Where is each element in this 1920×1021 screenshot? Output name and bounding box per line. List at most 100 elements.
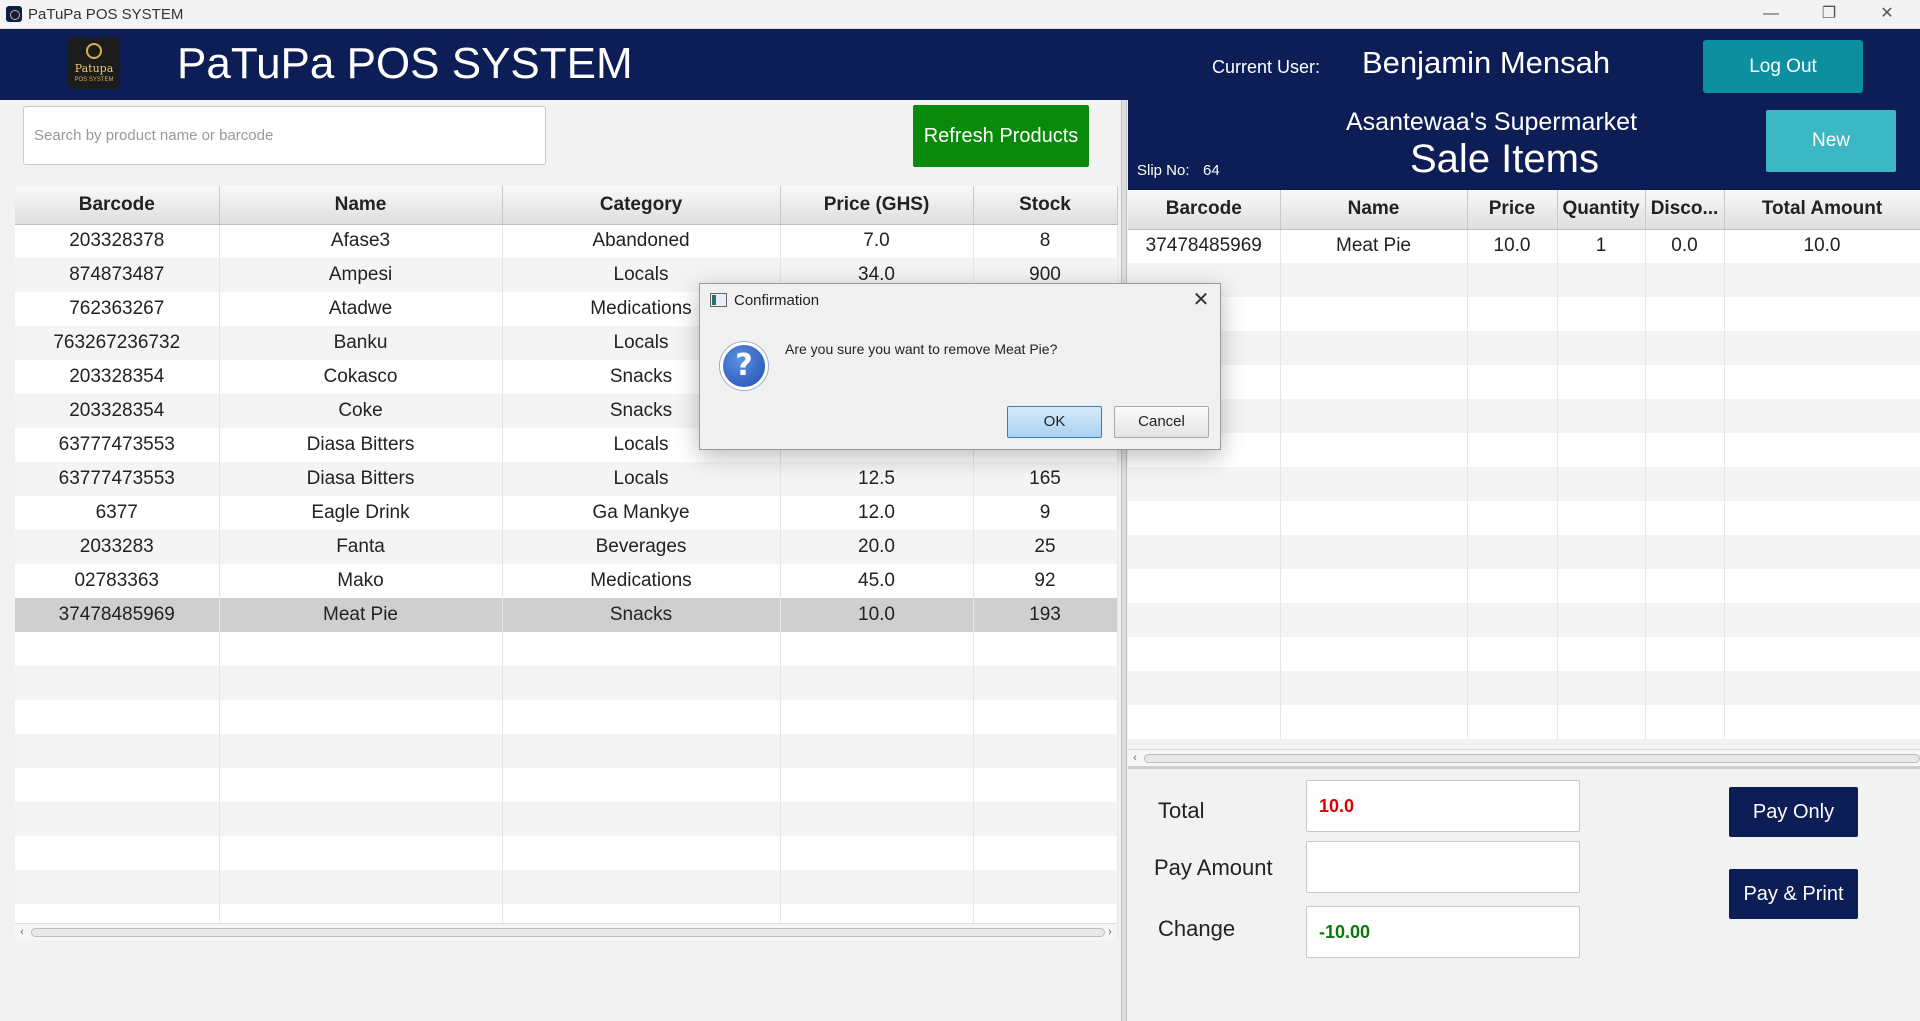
empty-table-row (1128, 263, 1920, 297)
column-header-price-ghs[interactable]: Price (GHS) (780, 186, 974, 225)
empty-cell (1467, 671, 1558, 705)
scroll-right-icon[interactable]: › (1103, 924, 1117, 940)
empty-cell (1557, 297, 1646, 331)
change-label: Change (1158, 916, 1236, 941)
column-header-name[interactable]: Name (1280, 190, 1468, 230)
empty-cell (1280, 569, 1468, 603)
table-row[interactable]: 203328378 Afase3 Abandoned 7.0 8 (15, 224, 1118, 258)
empty-cell (1467, 263, 1558, 297)
cell-barcode: 63777473553 (15, 462, 220, 496)
dialog-message: Are you sure you want to remove Meat Pie… (785, 341, 1058, 357)
empty-cell (1645, 705, 1725, 739)
close-window-button[interactable]: ✕ (1858, 0, 1916, 29)
empty-cell (1467, 297, 1558, 331)
minimize-button[interactable]: — (1742, 0, 1800, 29)
sale-items-title: Sale Items (1410, 137, 1599, 181)
empty-table-row (15, 836, 1118, 870)
column-header-price[interactable]: Price (1467, 190, 1558, 230)
table-row[interactable]: 6377 Eagle Drink Ga Mankye 12.0 9 (15, 496, 1118, 530)
empty-cell (1280, 263, 1468, 297)
maximize-button[interactable]: ❐ (1800, 0, 1858, 29)
empty-cell (1467, 569, 1558, 603)
empty-table-row (1128, 535, 1920, 569)
empty-cell (1280, 433, 1468, 467)
store-name: Asantewaa's Supermarket (1346, 108, 1638, 136)
table-row[interactable]: 63777473553Diasa BittersLocals12.5165 (15, 462, 1118, 496)
pay-amount-field[interactable] (1306, 841, 1580, 893)
cell-barcode: 63777473553 (15, 428, 220, 462)
pay-and-print-button[interactable]: Pay & Print (1729, 869, 1858, 919)
new-sale-button[interactable]: New (1766, 110, 1896, 172)
refresh-products-button[interactable]: Refresh Products (913, 105, 1089, 167)
empty-table-row (15, 802, 1118, 836)
table-row[interactable]: 37478485969 Meat Pie 10.0 1 0.0 10.0 (1128, 229, 1920, 263)
slip-number-label: Slip No: (1137, 162, 1190, 179)
empty-cell (1280, 637, 1468, 671)
cancel-button[interactable]: Cancel (1114, 406, 1209, 438)
column-header-stock[interactable]: Stock (973, 186, 1118, 225)
pane-divider[interactable] (1121, 100, 1127, 1021)
empty-cell (502, 802, 781, 836)
logout-button[interactable]: Log Out (1703, 40, 1863, 93)
empty-cell (1645, 603, 1725, 637)
scroll-left-icon[interactable]: ‹ (15, 924, 29, 940)
window-title: PaTuPa POS SYSTEM (28, 6, 184, 23)
cell-barcode: 874873487 (15, 258, 220, 292)
empty-table-row (15, 700, 1118, 734)
empty-cell (1128, 671, 1281, 705)
column-header-quantity[interactable]: Quantity (1557, 190, 1646, 230)
empty-cell (1280, 365, 1468, 399)
column-header-category[interactable]: Category (502, 186, 781, 225)
empty-cell (1557, 569, 1646, 603)
pay-only-button[interactable]: Pay Only (1729, 787, 1858, 837)
empty-cell (1280, 501, 1468, 535)
column-header-barcode[interactable]: Barcode (15, 186, 220, 225)
total-label: Total (1158, 798, 1205, 823)
table-row[interactable]: 2033283 Fanta Beverages 20.0 25 (15, 530, 1118, 564)
empty-cell (1557, 603, 1646, 637)
cell-price-ghs: 7.0 (780, 224, 974, 258)
empty-cell (219, 768, 503, 802)
ok-button[interactable]: OK (1007, 406, 1102, 438)
column-header-disco[interactable]: Disco... (1645, 190, 1725, 230)
empty-cell (219, 700, 503, 734)
search-input[interactable] (23, 106, 546, 165)
cell-name: Coke (219, 394, 503, 428)
table-row[interactable]: 02783363 Mako Medications 45.0 92 (15, 564, 1118, 598)
empty-cell (1280, 467, 1468, 501)
empty-cell (780, 836, 974, 870)
empty-cell (1280, 331, 1468, 365)
column-header-name[interactable]: Name (219, 186, 503, 225)
window-icon (710, 293, 727, 307)
empty-cell (15, 768, 220, 802)
column-header-total-amount[interactable]: Total Amount (1724, 190, 1920, 230)
empty-cell (1467, 365, 1558, 399)
empty-table-row (15, 870, 1118, 904)
empty-cell (973, 870, 1118, 904)
empty-cell (1645, 297, 1725, 331)
scroll-left-icon[interactable]: ‹ (1128, 750, 1142, 766)
app-title: PaTuPa POS SYSTEM (177, 39, 633, 88)
table-row[interactable]: 37478485969 Meat Pie Snacks 10.0 193 (15, 598, 1118, 632)
empty-cell (15, 836, 220, 870)
empty-cell (502, 666, 781, 700)
cell-barcode: 763267236732 (15, 326, 220, 360)
empty-cell (219, 870, 503, 904)
products-horizontal-scrollbar[interactable]: ‹ › (15, 923, 1117, 940)
empty-cell (1128, 603, 1281, 637)
empty-cell (1467, 433, 1558, 467)
logo-subtext: POS SYSTEM (74, 77, 114, 83)
sale-horizontal-scrollbar[interactable]: ‹ (1128, 749, 1920, 766)
column-header-barcode[interactable]: Barcode (1128, 190, 1281, 230)
cell-category: Medications (502, 564, 781, 598)
scrollbar-thumb[interactable] (31, 928, 1105, 937)
dialog-close-icon[interactable]: ✕ (1188, 288, 1214, 312)
app-logo-icon (6, 6, 22, 22)
logo-ring-icon (86, 43, 102, 59)
cell-barcode: 37478485969 (15, 598, 220, 632)
empty-table-row (1128, 399, 1920, 433)
scrollbar-thumb[interactable] (1144, 754, 1920, 763)
cell-price-ghs: 12.5 (780, 462, 974, 496)
empty-cell (1467, 603, 1558, 637)
empty-cell (219, 632, 503, 666)
